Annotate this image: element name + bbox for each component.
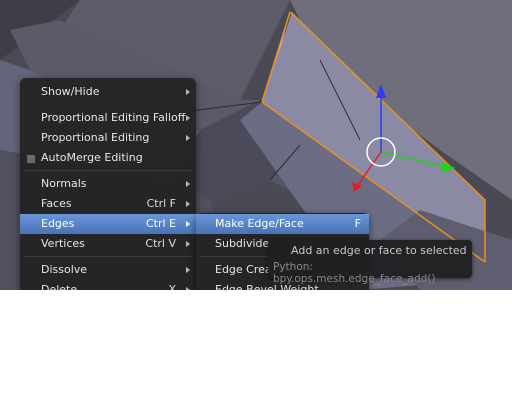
submenu-arrow-icon (186, 267, 190, 273)
menu-item-label: Proportional Editing (41, 131, 150, 144)
tooltip-python: Python: bpy.ops.mesh.edge_face_add() (273, 261, 436, 285)
menu-item-label: Delete (41, 283, 78, 290)
menu-item-label: AutoMerge Editing (41, 151, 143, 164)
menu-item-label: Dissolve (41, 263, 88, 276)
tooltip: Add an edge or face to selected Python: … (268, 240, 472, 285)
submenu-arrow-icon (186, 241, 190, 247)
menu-separator (24, 256, 192, 257)
menu-separator (24, 170, 192, 171)
3d-viewport[interactable]: Show/Hide Proportional Editing Falloff P… (0, 0, 512, 290)
menu-item-shortcut: X (168, 283, 176, 290)
menu-item-label: Make Edge/Face (215, 217, 304, 230)
menu-item-label: Proportional Editing Falloff (41, 111, 186, 124)
menu-item-label: Show/Hide (41, 85, 100, 98)
menu-item-edges[interactable]: Edges Ctrl E (20, 214, 196, 234)
menu-item-delete[interactable]: Delete X (20, 280, 196, 290)
tooltip-description: Add an edge or face to selected (291, 244, 467, 257)
menu-item-label: Subdivide (215, 237, 270, 250)
menu-item-shortcut: F (354, 217, 361, 230)
menu-item-label: Normals (41, 177, 87, 190)
menu-item-shortcut: Ctrl V (145, 237, 176, 250)
menu-item-shortcut: Ctrl E (145, 217, 176, 230)
submenu-arrow-icon (186, 221, 190, 227)
menu-item-faces[interactable]: Faces Ctrl F (20, 194, 196, 214)
menu-item-proportional-editing-falloff[interactable]: Proportional Editing Falloff (20, 108, 196, 128)
submenu-arrow-icon (186, 115, 190, 121)
menu-item-dissolve[interactable]: Dissolve (20, 260, 196, 280)
menu-item-shortcut: Ctrl F (146, 197, 176, 210)
submenu-arrow-icon (186, 89, 190, 95)
menu-item-proportional-editing[interactable]: Proportional Editing (20, 128, 196, 148)
submenu-arrow-icon (186, 287, 190, 290)
menu-item-automerge-editing[interactable]: AutoMerge Editing (20, 148, 196, 168)
submenu-item-make-edge-face[interactable]: Make Edge/Face F (196, 214, 369, 234)
menu-item-vertices[interactable]: Vertices Ctrl V (20, 234, 196, 254)
submenu-arrow-icon (186, 181, 190, 187)
submenu-arrow-icon (186, 201, 190, 207)
submenu-arrow-icon (186, 135, 190, 141)
specials-menu: Show/Hide Proportional Editing Falloff P… (20, 78, 196, 290)
menu-item-normals[interactable]: Normals (20, 174, 196, 194)
menu-item-label: Faces (41, 197, 72, 210)
menu-item-label: Edges (41, 217, 75, 230)
checkbox-icon[interactable] (26, 154, 36, 164)
menu-item-show-hide[interactable]: Show/Hide (20, 82, 196, 102)
menu-item-label: Vertices (41, 237, 85, 250)
